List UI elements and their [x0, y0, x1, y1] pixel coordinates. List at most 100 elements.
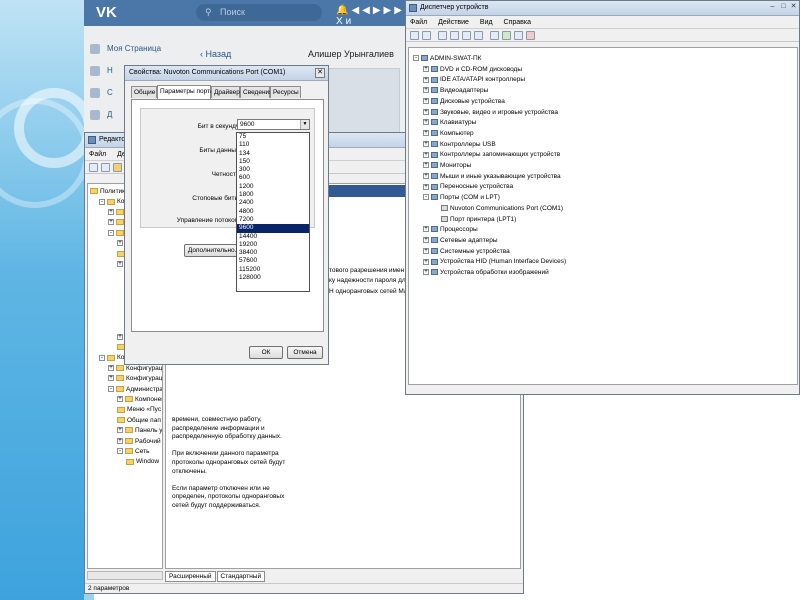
tree-item[interactable]: + Панель упр — [117, 426, 162, 435]
chevron-down-icon[interactable]: ▼ — [300, 120, 309, 129]
device-category[interactable]: + Клавиатуры — [423, 118, 476, 127]
expand-icon[interactable]: + — [423, 65, 429, 72]
expand-icon[interactable]: + — [423, 183, 429, 190]
expand-icon[interactable]: + — [423, 162, 429, 169]
device-category[interactable]: + Дисковые устройства — [423, 97, 505, 106]
tab-extended[interactable]: Расширенный — [165, 571, 216, 582]
device-category[interactable]: + Контроллеры USB — [423, 140, 496, 149]
uninstall-device-icon[interactable] — [526, 31, 535, 40]
close-button[interactable]: ✕ — [315, 68, 325, 78]
tree-item[interactable]: + Конфигурация — [108, 364, 162, 373]
baud-rate-option[interactable]: 300 — [237, 166, 309, 174]
device-category[interactable]: + Системные устройства — [423, 247, 510, 256]
close-button[interactable]: ✕ — [789, 3, 798, 12]
tree-item[interactable]: Общие пап — [117, 416, 161, 425]
expand-icon[interactable]: + — [423, 108, 429, 115]
tree-item[interactable]: Политика — [90, 187, 129, 196]
help-icon[interactable] — [462, 31, 471, 40]
expand-icon[interactable]: + — [423, 247, 429, 254]
expand-icon[interactable]: + — [117, 437, 123, 444]
scan-hardware-icon[interactable] — [490, 31, 499, 40]
device-item[interactable]: Nuvoton Communications Port (COM1) — [433, 204, 563, 213]
cancel-button[interactable]: Отмена — [287, 346, 323, 359]
maximize-button[interactable]: □ — [779, 3, 788, 12]
expand-icon[interactable]: + — [423, 119, 429, 126]
collapse-icon[interactable]: - — [423, 194, 429, 201]
forward-arrow-icon[interactable] — [101, 163, 110, 172]
device-category[interactable]: + Компьютер — [423, 129, 474, 138]
tab-resources[interactable]: Ресурсы — [270, 86, 301, 98]
back-arrow-icon[interactable] — [410, 31, 419, 40]
baud-rate-option[interactable]: 9600 — [237, 224, 309, 233]
vk-logo[interactable]: VK — [96, 4, 117, 21]
sidebar-item-messages[interactable]: С — [90, 88, 113, 98]
tree-item[interactable]: Window — [126, 457, 159, 466]
menu-file[interactable]: Файл — [410, 19, 427, 26]
baud-rate-option[interactable]: 600 — [237, 174, 309, 182]
bits-per-second-dropdown[interactable]: 75 110 134 150 300 600 1200 1800 2400 4800 7200 960… — [236, 132, 310, 292]
baud-rate-option[interactable]: 57600 — [237, 257, 309, 265]
baud-rate-option[interactable]: 14400 — [237, 233, 309, 241]
device-category[interactable]: + Устройства обработки изображений — [423, 268, 549, 277]
expand-icon[interactable]: + — [117, 240, 123, 247]
tree-horizontal-scrollbar[interactable] — [87, 571, 163, 580]
baud-rate-option[interactable]: 134 — [237, 150, 309, 158]
prev-track-icon[interactable]: ◀◀ — [351, 5, 372, 16]
device-category[interactable]: + DVD и CD-ROM дисководы — [423, 65, 522, 74]
expand-icon[interactable]: + — [423, 172, 429, 179]
dm-titlebar[interactable]: Диспетчер устройств – □ ✕ — [406, 1, 799, 16]
properties-icon[interactable] — [438, 31, 447, 40]
baud-rate-option[interactable]: 7200 — [237, 216, 309, 224]
expand-icon[interactable]: + — [108, 365, 114, 372]
device-tree[interactable]: - ADMIN-SWAT-ПК + DVD и CD-ROM дисководы + ID… — [408, 47, 798, 385]
bits-per-second-select[interactable]: 9600 ▼ — [237, 119, 310, 130]
expand-icon[interactable]: + — [117, 396, 123, 403]
forward-arrow-icon[interactable] — [422, 31, 431, 40]
device-category[interactable]: + Сетевые адаптеры — [423, 236, 498, 245]
baud-rate-option[interactable]: 110 — [237, 141, 309, 149]
baud-rate-option[interactable]: 1800 — [237, 191, 309, 199]
details-icon[interactable] — [474, 31, 483, 40]
baud-rate-option[interactable]: 4800 — [237, 208, 309, 216]
tab-general[interactable]: Общие — [131, 86, 157, 98]
back-arrow-icon[interactable] — [89, 163, 98, 172]
device-category[interactable]: + Мыши и иные указывающие устройства — [423, 172, 561, 181]
baud-rate-option[interactable]: 75 — [237, 133, 309, 141]
minimize-button[interactable]: – — [768, 3, 777, 12]
dialog-titlebar[interactable]: Свойства: Nuvoton Communications Port (C… — [125, 66, 328, 81]
tab-standard[interactable]: Стандартный — [216, 571, 266, 582]
ok-button[interactable]: ОК — [249, 346, 283, 359]
menu-help[interactable]: Справка — [504, 19, 531, 26]
vk-header-tools[interactable]: 🔔◀◀▶▶▶ Хи — [336, 5, 414, 27]
baud-rate-option[interactable]: 38400 — [237, 249, 309, 257]
baud-rate-option[interactable]: 128000 — [237, 274, 309, 282]
tab-details[interactable]: Сведения — [240, 86, 273, 98]
disable-device-icon[interactable] — [514, 31, 523, 40]
tree-item[interactable]: - Сеть — [117, 447, 149, 456]
expand-icon[interactable]: + — [423, 151, 429, 158]
baud-rate-option[interactable]: 115200 — [237, 266, 309, 274]
folder-up-icon[interactable] — [113, 163, 122, 172]
device-category[interactable]: + Устройства HID (Human Interface Devices… — [423, 257, 566, 266]
device-item[interactable]: Порт принтера (LPT1) — [433, 215, 516, 224]
device-category[interactable]: + Видеоадаптеры — [423, 86, 488, 95]
advanced-button[interactable]: Дополнительно... — [184, 244, 244, 257]
tree-item[interactable]: - Администрати — [108, 385, 162, 394]
sidebar-item-news[interactable]: Н — [90, 66, 113, 76]
tree-item[interactable]: Меню «Пус — [117, 405, 161, 414]
expand-icon[interactable]: + — [117, 261, 123, 268]
baud-rate-option[interactable]: 2400 — [237, 199, 309, 207]
baud-rate-option[interactable]: 19200 — [237, 241, 309, 249]
expand-icon[interactable]: + — [423, 269, 429, 276]
device-category[interactable]: + IDE ATA/ATAPI контроллеры — [423, 75, 525, 84]
expand-icon[interactable]: + — [423, 140, 429, 147]
expand-icon[interactable]: + — [423, 226, 429, 233]
expand-icon[interactable]: + — [108, 375, 114, 382]
update-driver-icon[interactable] — [502, 31, 511, 40]
sidebar-item-my-page[interactable]: Моя Страница — [90, 44, 161, 54]
setting-row[interactable]: тового разрешения имен — [329, 266, 404, 275]
expand-icon[interactable]: + — [108, 209, 114, 216]
tree-item[interactable]: + Компонент — [117, 395, 162, 404]
play-icon[interactable]: ▶ — [373, 5, 384, 16]
device-category[interactable]: + Переносные устройства — [423, 182, 513, 191]
